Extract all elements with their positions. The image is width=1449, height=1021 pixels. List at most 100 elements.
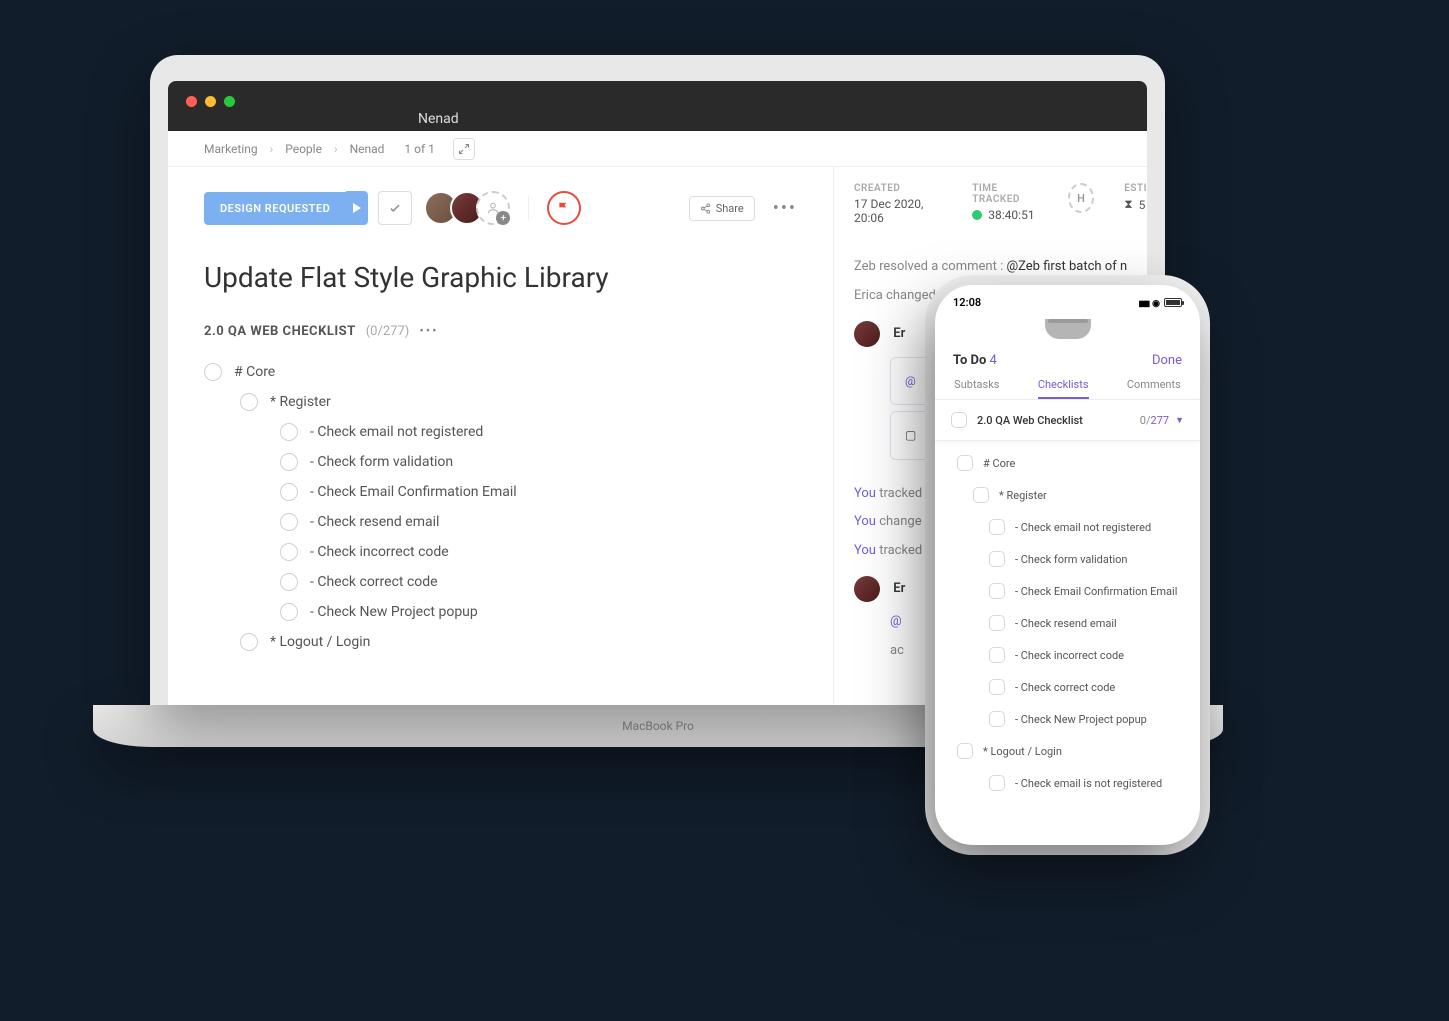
checklist-item[interactable]: - Check New Project popup [204,597,797,627]
checklist-name[interactable]: 2.0 QA WEB CHECKLIST [204,324,356,339]
phone-checklist-header[interactable]: 2.0 QA Web Checklist 0/277 ▼ [935,400,1200,441]
checkbox-icon[interactable] [989,679,1005,695]
status-next-button[interactable] [346,191,368,225]
phone-checklist-item[interactable]: - Check New Project popup [935,703,1200,735]
checkbox-icon[interactable] [989,615,1005,631]
avatar[interactable] [854,576,880,602]
phone-checklist-item[interactable]: - Check correct code [935,671,1200,703]
activity-item: Zeb resolved a comment : @Zeb first batc… [854,253,1147,282]
share-button[interactable]: Share [689,196,755,221]
checkbox-icon[interactable] [280,543,298,561]
phone-checklist-name: 2.0 QA Web Checklist [977,414,1140,427]
done-button[interactable]: Done [1152,353,1182,368]
hourglass-badge[interactable]: H [1068,183,1094,213]
browser-tab-label[interactable]: Nenad [418,111,459,127]
checkbox-icon[interactable] [280,573,298,591]
checklist-item[interactable]: - Check form validation [204,447,797,477]
checklist-item[interactable]: * Logout / Login [204,627,797,657]
checklist: # Core * Register - Check email not regi… [204,357,797,657]
priority-flag-button[interactable] [547,191,581,225]
stat-label: CREATED [854,183,942,194]
assignees [432,191,510,225]
phone-checklist-count: 0/277 [1140,414,1169,427]
timer-active-icon[interactable] [972,210,982,220]
phone-checklist-item[interactable]: # Core [935,447,1200,479]
checkbox-icon[interactable] [280,603,298,621]
checkbox-icon[interactable] [204,363,222,381]
mention: @ [890,614,902,629]
maximize-window-button[interactable] [224,96,235,107]
avatar[interactable] [854,321,880,347]
checkbox-icon[interactable] [989,647,1005,663]
stat-created: CREATED 17 Dec 2020, 20:06 [854,183,942,225]
phone-checklist-item[interactable]: * Register [935,479,1200,511]
breadcrumb: Marketing › People › Nenad 1 of 1 [168,131,1147,167]
checklist-item[interactable]: - Check resend email [204,507,797,537]
status-button[interactable]: DESIGN REQUESTED [204,192,346,225]
checklist-item[interactable]: - Check incorrect code [204,537,797,567]
phone-title: To Do 4 [953,353,997,368]
checkbox-icon[interactable] [989,583,1005,599]
phone-checklist-item[interactable]: - Check form validation [935,543,1200,575]
divider [528,196,529,220]
checklist-menu-button[interactable]: ••• [419,324,438,339]
chevron-right-icon: › [334,142,338,156]
tab-comments[interactable]: Comments [1127,378,1181,391]
checklist-item[interactable]: - Check email not registered [204,417,797,447]
phone-checklist-item[interactable]: - Check incorrect code [935,639,1200,671]
checkbox-icon[interactable] [989,519,1005,535]
tab-subtasks[interactable]: Subtasks [954,378,999,391]
checkbox-icon[interactable] [280,483,298,501]
phone-checklist-item[interactable]: - Check email not registered [935,511,1200,543]
checklist-item[interactable]: - Check Email Confirmation Email [204,477,797,507]
checklist-item[interactable]: # Core [204,357,797,387]
checkbox-icon[interactable] [951,412,967,428]
phone-notch [1045,319,1091,339]
phone-checklist[interactable]: # Core * Register - Check email not regi… [935,441,1200,805]
phone-checklist-item[interactable]: - Check Email Confirmation Email [935,575,1200,607]
chevron-right-icon: › [270,142,274,156]
window-controls [186,96,235,107]
stat-estimate: ESTI ⧗ 5 [1124,183,1147,225]
iphone-frame: 12:08 To Do 4 Done Subtasks Checklists C… [935,285,1200,845]
phone-checklist-item[interactable]: - Check email is not registered [935,767,1200,799]
stat-label: TIME TRACKED [972,183,1037,205]
checkbox-icon[interactable] [240,393,258,411]
phone-status-bar: 12:08 [935,285,1200,319]
phone-checklist-item[interactable]: * Logout / Login [935,735,1200,767]
checkbox-icon[interactable] [280,423,298,441]
stat-value: 38:40:51 [988,208,1034,222]
checkbox-icon[interactable] [957,743,973,759]
task-title[interactable]: Update Flat Style Graphic Library [204,261,797,294]
tab-checklists[interactable]: Checklists [1038,378,1089,399]
share-label: Share [716,202,744,215]
checkbox-icon[interactable] [989,551,1005,567]
close-window-button[interactable] [186,96,197,107]
checkbox-icon[interactable] [280,453,298,471]
app-titlebar: Nenad [168,81,1147,131]
stat-label: ESTI [1124,183,1147,194]
checkbox-icon[interactable] [957,455,973,471]
checklist-item[interactable]: * Register [204,387,797,417]
minimize-window-button[interactable] [205,96,216,107]
checkbox-icon[interactable] [989,775,1005,791]
phone-header: To Do 4 Done [935,343,1200,372]
more-menu-button[interactable]: ••• [773,198,797,219]
breadcrumb-item[interactable]: Marketing [204,142,258,156]
breadcrumb-item[interactable]: Nenad [350,142,385,156]
stat-value: 5 [1139,198,1146,212]
commenter-name: Er [893,581,905,596]
checkbox-icon[interactable] [989,711,1005,727]
checkbox-icon[interactable] [280,513,298,531]
checkbox-icon[interactable] [240,633,258,651]
signal-icon [1139,296,1149,309]
commenter-name: Er [893,326,905,341]
add-assignee-button[interactable] [476,191,510,225]
checkbox-icon[interactable] [973,487,989,503]
mark-complete-button[interactable] [378,191,412,225]
checklist-item[interactable]: - Check correct code [204,567,797,597]
phone-checklist-item[interactable]: - Check resend email [935,607,1200,639]
chevron-down-icon[interactable]: ▼ [1175,415,1184,426]
breadcrumb-item[interactable]: People [285,142,322,156]
expand-button[interactable] [453,138,475,160]
